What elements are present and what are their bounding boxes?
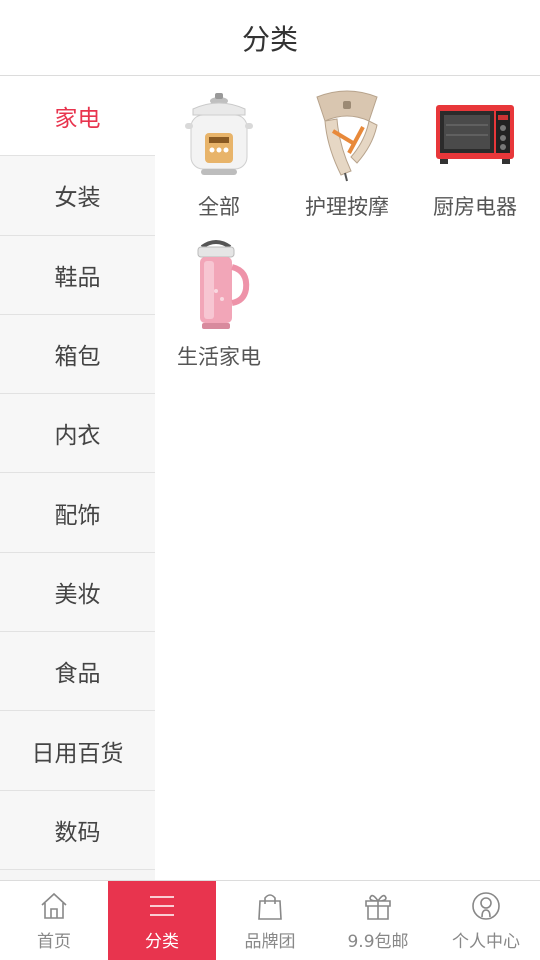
subcategory-home-appliances[interactable]: 生活家电 xyxy=(155,235,283,385)
bag-icon xyxy=(253,889,287,923)
sidebar-item-underwear[interactable]: 内衣 xyxy=(0,394,155,474)
subcategory-kitchen-appliances[interactable]: 厨房电器 xyxy=(411,85,539,235)
subcategory-label: 护理按摩 xyxy=(305,195,389,219)
sidebar-item-digital[interactable]: 数码 xyxy=(0,790,155,870)
sidebar-item-label: 食品 xyxy=(54,661,101,688)
subcategory-label: 厨房电器 xyxy=(433,195,517,219)
user-icon xyxy=(469,889,503,923)
tab-home[interactable]: 首页 xyxy=(0,881,108,960)
tab-label: 9.9包邮 xyxy=(347,932,409,952)
subcategory-all[interactable]: 全部 xyxy=(155,85,283,235)
sidebar-item-label: 日用百货 xyxy=(31,740,124,767)
soymilk-maker-image xyxy=(169,235,269,335)
sidebar-item-food[interactable]: 食品 xyxy=(0,632,155,712)
sidebar-item-label: 配饰 xyxy=(54,502,101,529)
slow-cooker-image xyxy=(169,85,269,185)
sidebar-item-bags[interactable]: 箱包 xyxy=(0,314,155,395)
subcategory-grid: 全部 护理按摩 厨房电器 生活家电 xyxy=(155,77,540,385)
menu-icon xyxy=(145,889,179,923)
sidebar-item-daily-goods[interactable]: 日用百货 xyxy=(0,711,155,791)
sidebar-item-label: 女装 xyxy=(54,185,101,212)
sidebar-item-appliances[interactable]: 家电 xyxy=(0,77,155,157)
sidebar-item-accessories[interactable]: 配饰 xyxy=(0,473,155,553)
subcategory-label: 全部 xyxy=(198,195,240,219)
subcategory-massage-care[interactable]: 护理按摩 xyxy=(283,85,411,235)
category-sidebar: 家电 女装 鞋品 箱包 内衣 配饰 美妆 食品 日用百货 数码 xyxy=(0,77,155,880)
page-title: 分类 xyxy=(241,22,298,56)
tab-brand-group[interactable]: 品牌团 xyxy=(216,881,324,960)
neck-massager-image xyxy=(297,85,397,185)
tab-profile[interactable]: 个人中心 xyxy=(432,881,540,960)
sidebar-item-label: 家电 xyxy=(54,106,101,133)
sidebar-item-label: 内衣 xyxy=(54,423,101,450)
tab-category[interactable]: 分类 xyxy=(108,881,216,960)
tab-free-shipping[interactable]: 9.9包邮 xyxy=(324,881,432,960)
tab-label: 首页 xyxy=(37,932,71,952)
subcategory-label: 生活家电 xyxy=(177,345,261,369)
tab-label: 个人中心 xyxy=(452,932,520,952)
tab-label: 品牌团 xyxy=(244,932,296,952)
page-header: 分类 xyxy=(0,0,540,76)
sidebar-item-label: 鞋品 xyxy=(54,264,101,291)
toaster-oven-image xyxy=(425,85,525,185)
home-icon xyxy=(37,889,71,923)
sidebar-item-cosmetics[interactable]: 美妆 xyxy=(0,552,155,633)
sidebar-item-label: 箱包 xyxy=(54,344,101,371)
subcategory-panel: 全部 护理按摩 厨房电器 生活家电 xyxy=(155,77,540,880)
gift-icon xyxy=(361,889,395,923)
sidebar-item-label: 美妆 xyxy=(54,581,101,608)
sidebar-item-label: 数码 xyxy=(54,819,101,846)
sidebar-item-shoes[interactable]: 鞋品 xyxy=(0,235,155,315)
bottom-tab-bar: 首页 分类 品牌团 9.9包邮 个人中心 xyxy=(0,880,540,960)
tab-label: 分类 xyxy=(145,932,179,952)
sidebar-item-womens-clothing[interactable]: 女装 xyxy=(0,156,155,236)
